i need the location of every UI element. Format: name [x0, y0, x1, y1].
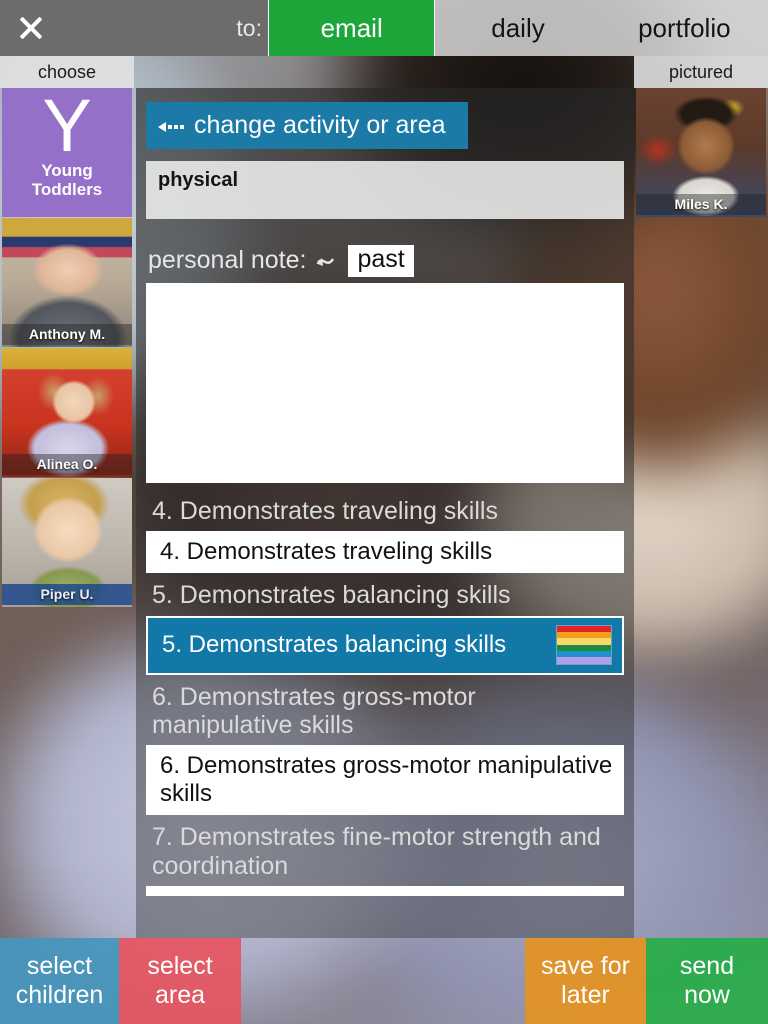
skill-label: 4. Demonstrates traveling skills	[152, 496, 498, 525]
note-past-tab[interactable]: past	[348, 245, 414, 277]
skill-option-label: 5. Demonstrates balancing skills	[162, 630, 507, 658]
to-label: to:	[236, 14, 262, 41]
save-for-later-button[interactable]: save for later	[525, 938, 646, 1024]
bottom-bar-spacer	[241, 938, 525, 1024]
send-now-line2: now	[684, 981, 730, 1009]
skill-label: 6. Demonstrates gross-motor manipulative…	[152, 682, 476, 739]
skill-option-label: 6. Demonstrates gross-motor manipulative…	[160, 752, 613, 807]
select-area-line2: area	[154, 981, 206, 1009]
rainbow-levels-icon	[556, 624, 612, 665]
select-children-line1: select	[26, 952, 93, 981]
group-name-line2: Toddlers	[31, 180, 103, 200]
bottom-action-bar: select children select area save for lat…	[0, 938, 768, 1024]
save-for-later-line2: later	[561, 981, 610, 1009]
skill-group-6: 6. Demonstrates gross-motor manipulative…	[146, 681, 624, 816]
child-name-label: Piper U.	[2, 584, 132, 605]
destination-tabs: email daily portfolio	[268, 0, 768, 56]
skill-label: 5. Demonstrates balancing skills	[152, 581, 511, 610]
skill-option-label: 4. Demonstrates traveling skills	[160, 537, 493, 565]
main-panel: change activity or area physical persona…	[136, 88, 634, 938]
select-children-button[interactable]: select children	[0, 938, 119, 1024]
select-area-button[interactable]: select area	[119, 938, 241, 1024]
change-activity-or-area-button[interactable]: change activity or area	[146, 102, 468, 149]
personal-note-row: personal note: past	[148, 245, 624, 277]
personal-note-label: personal note:	[148, 246, 307, 275]
personal-note-textarea[interactable]	[146, 282, 624, 483]
tab-portfolio[interactable]: portfolio	[602, 0, 768, 56]
close-icon[interactable]	[16, 13, 46, 43]
top-bar-left: to:	[0, 0, 268, 56]
arrow-left-dashed-icon	[158, 121, 184, 132]
group-letter: Y	[42, 88, 92, 167]
child-tile-miles[interactable]: Miles K.	[636, 88, 766, 217]
top-bar: to: email daily portfolio	[0, 0, 768, 56]
skill-option-selected[interactable]: 5. Demonstrates balancing skills	[146, 615, 624, 675]
skills-list: 4. Demonstrates traveling skills 4. Demo…	[144, 495, 626, 896]
child-tile-piper[interactable]: Piper U.	[2, 478, 132, 607]
squiggle-arrow-icon	[314, 252, 340, 270]
group-tile-young-toddlers[interactable]: Y Young Toddlers	[2, 88, 132, 217]
child-tile-alinea[interactable]: Alinea O.	[2, 348, 132, 477]
tab-email[interactable]: email	[268, 0, 436, 56]
pictured-column-header: pictured	[634, 56, 768, 88]
select-children-line2: children	[15, 981, 104, 1009]
change-activity-label: change activity or area	[194, 111, 446, 139]
select-area-line1: select	[147, 952, 213, 981]
choose-column-header: choose	[0, 56, 134, 88]
group-name-line1: Young	[41, 161, 93, 181]
save-for-later-line1: save for	[541, 952, 630, 981]
choose-children-sidebar: Y Young Toddlers Anthony M. Alinea O. Pi…	[0, 88, 134, 608]
skill-group-5: 5. Demonstrates balancing skills 5. Demo…	[146, 579, 624, 675]
child-name-label: Alinea O.	[2, 454, 132, 475]
child-name-label: Miles K.	[636, 194, 766, 215]
skill-group-4: 4. Demonstrates traveling skills 4. Demo…	[146, 495, 624, 574]
tab-daily[interactable]: daily	[435, 0, 601, 56]
skill-option[interactable]: 6. Demonstrates gross-motor manipulative…	[146, 745, 624, 816]
area-value-field[interactable]: physical	[146, 161, 624, 219]
skill-label: 7. Demonstrates fine-motor strength and …	[152, 823, 601, 880]
send-now-button[interactable]: send now	[646, 938, 768, 1024]
pictured-children-sidebar: Miles K.	[634, 88, 768, 218]
skill-option-partial[interactable]	[146, 885, 624, 896]
send-now-line1: send	[679, 952, 735, 981]
child-tile-anthony[interactable]: Anthony M.	[2, 218, 132, 347]
skill-option[interactable]: 4. Demonstrates traveling skills	[146, 530, 624, 574]
app-root: to: email daily portfolio choose picture…	[0, 0, 768, 1024]
child-name-label: Anthony M.	[2, 324, 132, 345]
skill-group-7: 7. Demonstrates fine-motor strength and …	[146, 821, 624, 896]
